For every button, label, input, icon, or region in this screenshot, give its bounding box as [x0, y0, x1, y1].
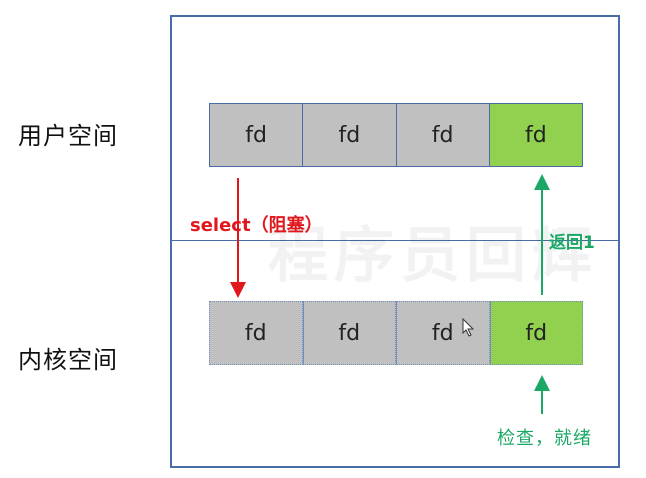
- return-one-label: 返回1: [549, 233, 595, 253]
- select-blocking-label: select（阻塞）: [190, 215, 323, 236]
- mouse-cursor-icon: [462, 318, 475, 337]
- check-ready-label: 检查，就绪: [497, 428, 592, 449]
